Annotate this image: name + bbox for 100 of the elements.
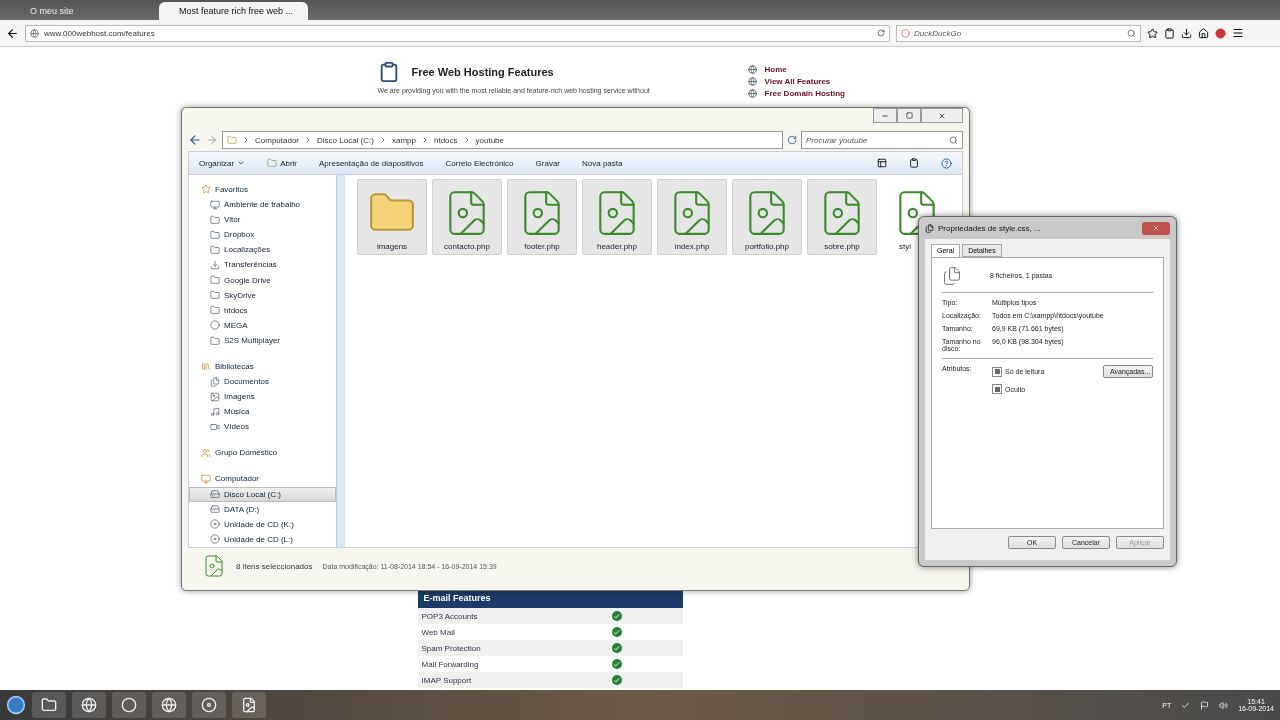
circle-icon (210, 320, 220, 331)
nav-item[interactable]: Documentos (189, 374, 336, 390)
toolbar-button[interactable]: Apresentação de diapositivos (319, 158, 424, 168)
preview-pane-icon[interactable] (909, 158, 919, 168)
url-field[interactable]: www.000webhost.com/features (25, 24, 890, 42)
nav-section[interactable]: Favoritos (189, 181, 336, 197)
nav-link[interactable]: View All Features (764, 77, 831, 86)
help-icon[interactable] (941, 157, 952, 169)
toolbar-button[interactable]: Correio Electrónico (445, 158, 514, 168)
file-icon (202, 554, 226, 578)
bookmark-icon[interactable] (1147, 27, 1158, 39)
back-icon[interactable] (188, 133, 202, 147)
file-tile[interactable]: sobre.php (807, 179, 877, 255)
clipboard-icon[interactable] (1164, 27, 1175, 39)
nav-item[interactable]: Localizações (189, 242, 336, 258)
nav-item[interactable]: Ambiente de trabalho (189, 197, 336, 213)
search-field[interactable]: Procurar youtube (801, 131, 963, 149)
start-button[interactable] (6, 695, 26, 715)
file-tile[interactable]: footer.php (507, 179, 577, 255)
taskbar-app[interactable] (32, 692, 66, 718)
nav-item[interactable]: Google Drive (189, 272, 336, 288)
music-icon (210, 406, 220, 417)
view-icon[interactable] (877, 158, 887, 168)
taskbar-app[interactable] (72, 692, 106, 718)
nav-item[interactable]: Vitor (189, 212, 336, 228)
nav-section[interactable]: Grupo Doméstico (189, 444, 336, 461)
refresh-icon[interactable] (787, 135, 797, 145)
addon-icon[interactable] (1215, 27, 1226, 39)
breadcrumb-item[interactable]: xampp (391, 135, 416, 145)
disc-icon (210, 519, 220, 530)
nav-section[interactable]: Bibliotecas (189, 358, 336, 375)
close-button[interactable] (1142, 221, 1170, 235)
checkbox[interactable] (992, 384, 1002, 394)
nav-item[interactable]: Transferências (189, 257, 336, 273)
folder-icon (210, 244, 220, 255)
taskbar-app[interactable] (192, 692, 226, 718)
nav-item[interactable]: DATA (D:) (189, 501, 336, 517)
file-tile[interactable]: contacto.php (432, 179, 502, 255)
flag-icon[interactable] (1200, 700, 1210, 710)
nav-item[interactable]: MEGA (189, 317, 336, 333)
nav-link[interactable]: Home (764, 65, 787, 74)
folder-icon (210, 305, 220, 316)
circle-icon (121, 697, 137, 713)
file-tile[interactable]: imagens (357, 179, 427, 255)
checkbox[interactable] (992, 366, 1002, 377)
file-tile[interactable]: portfolio.php (732, 179, 802, 255)
toolbar-button[interactable]: Nova pasta (582, 158, 623, 168)
back-icon[interactable] (6, 26, 19, 40)
nav-item[interactable]: S2S Multiplayer (189, 333, 336, 349)
toolbar-button[interactable]: Abrir (267, 158, 297, 168)
nav-item[interactable]: Unidade de CD (K:) (189, 516, 336, 532)
breadcrumb-item[interactable]: Computador (255, 135, 300, 145)
home-icon[interactable] (1198, 27, 1209, 39)
nav-item[interactable]: SkyDrive (189, 287, 336, 303)
taskbar-app[interactable] (152, 692, 186, 718)
breadcrumb-item[interactable]: htdocs (433, 135, 458, 145)
table-cell-text: Mail Forwarding (420, 659, 480, 669)
nav-item[interactable]: Vídeos (189, 419, 336, 435)
table-cell-text: IMAP Support (420, 675, 473, 685)
volume-icon[interactable] (1219, 700, 1229, 710)
toolbar-button[interactable]: Gravar (535, 158, 560, 168)
nav-item[interactable]: Disco Local (C:) (189, 486, 336, 502)
image-icon (210, 391, 220, 402)
folder-icon (210, 275, 220, 286)
refresh-icon[interactable] (877, 29, 885, 37)
files-icon (925, 223, 934, 233)
dialog-title: Propriedades de style.css, ... (938, 223, 1041, 233)
nav-item[interactable]: Música (189, 404, 336, 420)
folder-icon (210, 214, 220, 225)
status-text: 8 itens seleccionados (236, 561, 313, 571)
nav-item[interactable]: htdocs (189, 302, 336, 318)
taskbar-app[interactable] (112, 692, 146, 718)
folder-icon (210, 290, 220, 301)
file-tile[interactable]: header.php (582, 179, 652, 255)
files-icon (942, 266, 962, 286)
download-icon[interactable] (1181, 27, 1192, 39)
browser-tab[interactable]: O meu site (0, 2, 155, 20)
menu-icon[interactable] (1232, 27, 1244, 39)
nav-item[interactable]: Dropbox (189, 227, 336, 243)
nav-item[interactable]: Imagens (189, 389, 336, 405)
file-tile[interactable]: index.php (657, 179, 727, 255)
caret-icon (237, 159, 246, 167)
toolbar-button[interactable]: Organizar (199, 158, 246, 168)
search-icon (949, 135, 958, 145)
star-icon (201, 184, 211, 194)
search-field[interactable]: DuckDuckGo (896, 24, 1141, 42)
nav-section[interactable]: Computador (189, 470, 336, 487)
nav-item[interactable]: Unidade de CD (L:) (189, 531, 336, 547)
taskbar-app[interactable] (232, 692, 266, 718)
breadcrumb-item[interactable]: youtube (475, 135, 504, 145)
check-icon[interactable] (1181, 700, 1191, 710)
computer-icon (201, 473, 211, 484)
folder-icon (41, 697, 57, 713)
breadcrumb-item[interactable]: Disco Local (C:) (317, 135, 374, 145)
address-bar[interactable]: Computador Disco Local (C:) xampp htdocs youtube (222, 131, 783, 149)
table-cell-text: Web Mail (420, 627, 456, 637)
disc-icon (210, 534, 220, 545)
browser-tab[interactable]: Most feature rich free web ... (159, 2, 308, 20)
scrollbar[interactable] (335, 175, 345, 547)
nav-link[interactable]: Free Domain Hosting (764, 89, 845, 98)
